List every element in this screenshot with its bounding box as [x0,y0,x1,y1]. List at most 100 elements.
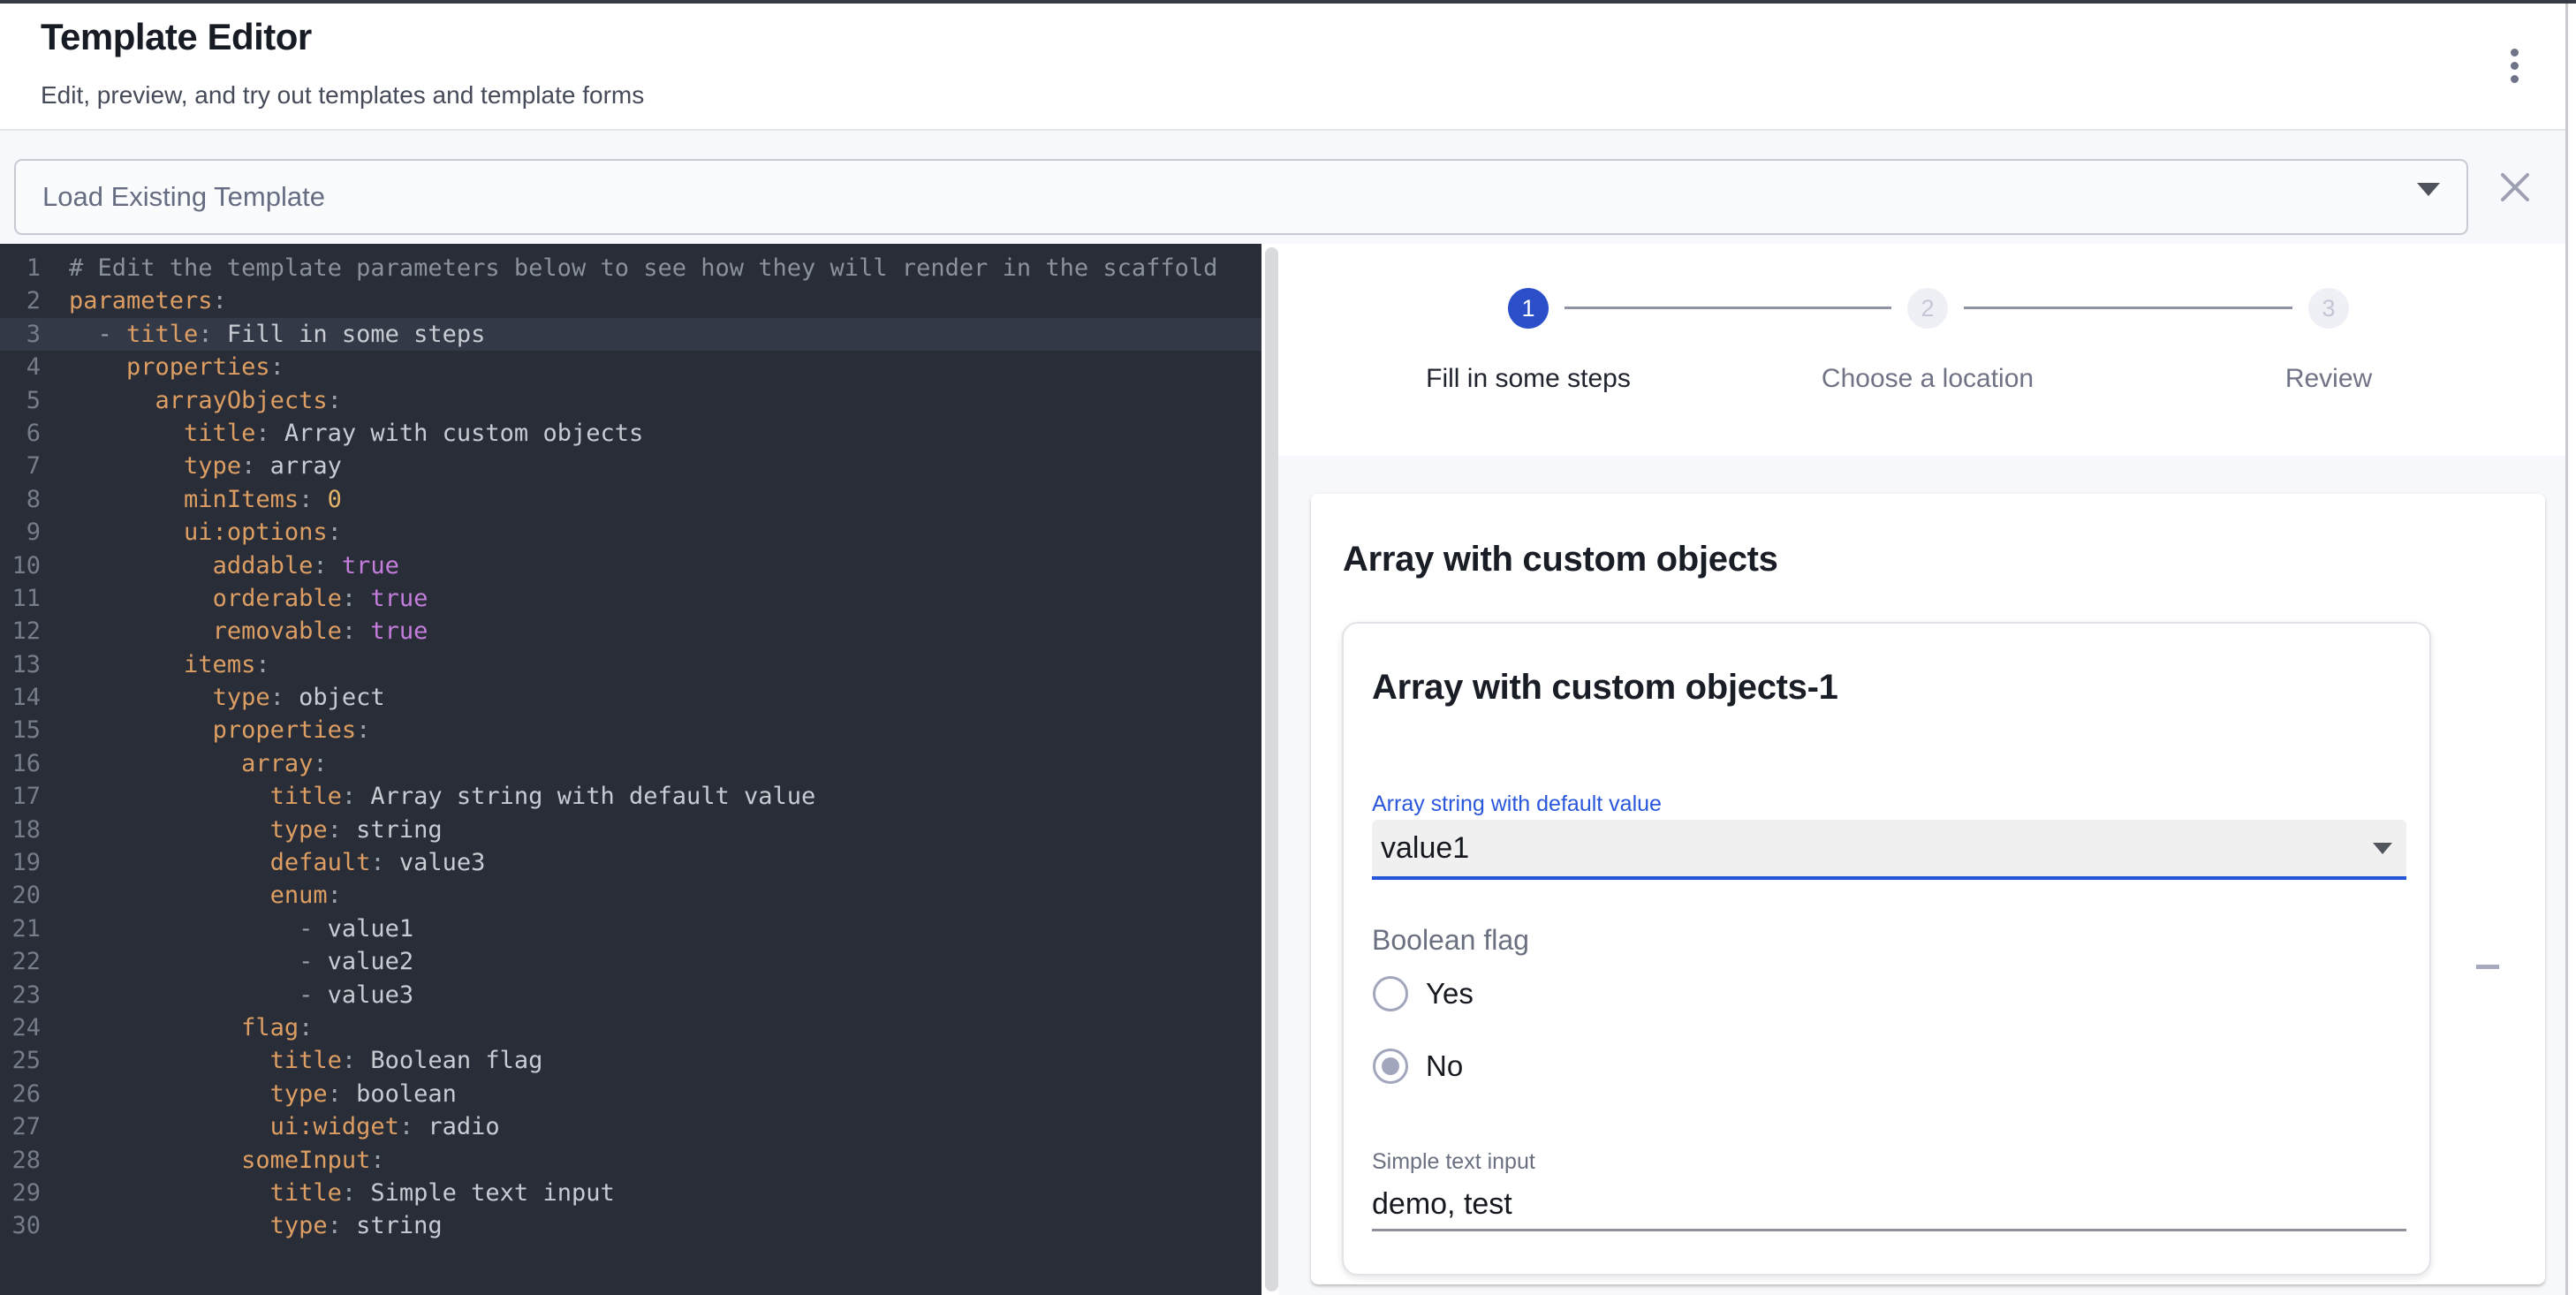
line-code: minItems: 0 [69,483,1261,516]
header-menu-button[interactable] [2489,41,2539,90]
line-number: 2 [0,284,51,317]
radio-option-no[interactable]: No [1373,1049,1463,1084]
line-number: 20 [0,879,51,912]
close-icon [2495,167,2535,208]
line-code: properties: [69,351,1261,383]
editor-line: 19 default: value3 [0,846,1261,879]
kebab-vertical-icon [2511,62,2519,70]
load-existing-template-select[interactable]: Load Existing Template [14,159,2468,235]
simple-text-input[interactable]: demo, test [1372,1187,1512,1222]
step-connector [1565,307,1891,309]
line-number: 26 [0,1078,51,1110]
editor-line: 6 title: Array with custom objects [0,417,1261,450]
line-code: title: Boolean flag [69,1044,1261,1077]
step-circle-2: 2 [1907,288,1948,329]
line-number: 8 [0,483,51,516]
line-number: 5 [0,384,51,417]
line-code: - value2 [69,945,1261,978]
line-number: 24 [0,1011,51,1044]
editor-line: 18 type: string [0,814,1261,846]
editor-line: 12 removable: true [0,615,1261,648]
step-label: Review [2099,364,2558,394]
line-number: 7 [0,450,51,482]
line-code: properties: [69,714,1261,746]
line-number: 13 [0,648,51,681]
line-number: 12 [0,615,51,648]
window-right-gap [2568,4,2576,1295]
editor-line: 3 - title: Fill in some steps [0,318,1261,351]
editor-line: 9 ui:options: [0,516,1261,549]
page-title: Template Editor [41,16,312,58]
line-code: title: Simple text input [69,1177,1261,1209]
editor-line: 7 type: array [0,450,1261,482]
load-existing-template-placeholder: Load Existing Template [42,181,325,213]
select-field-label: Array string with default value [1372,791,1662,817]
editor-line: 28 someInput: [0,1144,1261,1177]
line-code: # Edit the template parameters below to … [69,252,1261,284]
editor-line: 4 properties: [0,351,1261,383]
line-code: array: [69,747,1261,780]
line-code: title: Array string with default value [69,780,1261,813]
radio-option-label: Yes [1426,977,1474,1011]
line-number: 3 [0,318,51,351]
line-number: 21 [0,913,51,945]
window-right-edge[interactable] [2565,4,2568,1295]
editor-line: 20 enum: [0,879,1261,912]
line-code: - value3 [69,979,1261,1011]
radio-option-yes[interactable]: Yes [1373,976,1474,1011]
template-yaml-editor[interactable]: 1 # Edit the template parameters below to… [0,244,1261,1295]
minus-icon [2476,965,2499,969]
line-number: 14 [0,681,51,714]
editor-lines: 1 # Edit the template parameters below to… [0,244,1261,1243]
array-string-select[interactable]: value1 [1372,820,2406,876]
kebab-vertical-icon [2511,49,2519,57]
array-string-select-value: value1 [1381,831,1469,866]
radio-group-label: Boolean flag [1372,924,1529,957]
editor-line: 29 title: Simple text input [0,1177,1261,1209]
line-code: type: array [69,450,1261,482]
editor-line: 26 type: boolean [0,1078,1261,1110]
editor-line: 8 minItems: 0 [0,483,1261,516]
editor-line: 17 title: Array string with default valu… [0,780,1261,813]
array-section-title: Array with custom objects [1343,540,1778,579]
line-code: type: object [69,681,1261,714]
split-pane-divider[interactable] [1265,247,1278,1291]
line-number: 1 [0,252,51,284]
line-number: 27 [0,1110,51,1143]
line-code: - value1 [69,913,1261,945]
step-connector [1964,307,2292,309]
text-input-underline [1372,1229,2406,1231]
editor-line: 10 addable: true [0,549,1261,582]
line-number: 16 [0,747,51,780]
step-label: Fill in some steps [1299,364,1758,394]
editor-line: 11 orderable: true [0,582,1261,615]
editor-line: 30 type: string [0,1209,1261,1242]
line-code: type: string [69,1209,1261,1242]
line-code: removable: true [69,615,1261,648]
line-number: 9 [0,516,51,549]
line-code: title: Array with custom objects [69,417,1261,450]
editor-line: 22 - value2 [0,945,1261,978]
line-number: 17 [0,780,51,813]
step-label: Choose a location [1698,364,2157,394]
editor-line: 23 - value3 [0,979,1261,1011]
page-header: Template Editor Edit, preview, and try o… [0,4,2576,129]
editor-line: 25 title: Boolean flag [0,1044,1261,1077]
line-code: arrayObjects: [69,384,1261,417]
line-number: 11 [0,582,51,615]
line-number: 6 [0,417,51,450]
line-code: - title: Fill in some steps [69,318,1261,351]
radio-option-label: No [1426,1049,1463,1083]
remove-array-item-button[interactable] [2466,945,2509,988]
line-code: someInput: [69,1144,1261,1177]
line-code: type: boolean [69,1078,1261,1110]
page-subtitle: Edit, preview, and try out templates and… [41,81,644,110]
line-code: parameters: [69,284,1261,317]
line-number: 15 [0,714,51,746]
editor-line: 2 parameters: [0,284,1261,317]
editor-line: 13 items: [0,648,1261,681]
line-code: addable: true [69,549,1261,582]
select-focus-underline [1372,876,2406,880]
clear-template-button[interactable] [2495,167,2535,208]
line-code: ui:widget: radio [69,1110,1261,1143]
